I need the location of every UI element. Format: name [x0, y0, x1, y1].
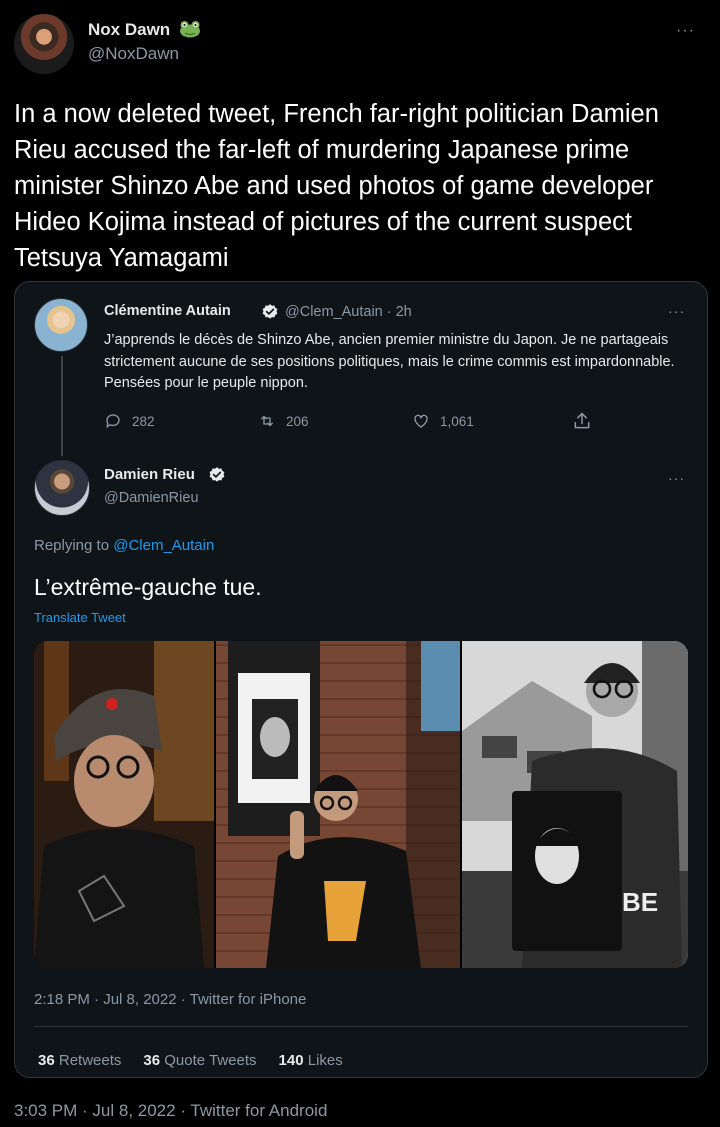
verified-badge-icon: [209, 467, 225, 482]
svg-text:BE: BE: [622, 887, 658, 917]
heart-icon: [414, 414, 428, 428]
retweets-stat[interactable]: 36 Retweets: [38, 1052, 121, 1069]
reply-more-options-icon[interactable]: ···: [668, 470, 685, 486]
replying-to-mention[interactable]: @Clem_Autain: [113, 537, 214, 554]
parent-author-handle[interactable]: @Clem_Autain · 2h: [285, 304, 412, 320]
reply-tweet-text: L’extrême-gauche tue.: [34, 574, 262, 600]
quote-tweets-stat[interactable]: 36 Quote Tweets: [143, 1052, 256, 1069]
like-button[interactable]: 1,061: [412, 412, 474, 430]
photo-2-illustration: [216, 641, 460, 968]
replying-to-line: Replying to @Clem_Autain: [34, 537, 214, 554]
retweets-label: Retweets: [58, 1052, 122, 1069]
photo-3-illustration: BE: [462, 641, 688, 968]
likes-count: 140: [278, 1052, 304, 1069]
engagement-stats: 36 Retweets 36 Quote Tweets 140 Likes: [38, 1052, 343, 1069]
parent-author-avatar[interactable]: [34, 298, 88, 352]
frog-emoji-icon: [180, 21, 200, 38]
translate-tweet-link[interactable]: Translate Tweet: [34, 610, 126, 625]
reply-button[interactable]: 282: [104, 412, 155, 430]
quote-tweets-count: 36: [143, 1052, 161, 1069]
photo-man-with-tote-bag[interactable]: BE: [462, 641, 688, 968]
photo-grid[interactable]: BE: [34, 641, 688, 968]
parent-tweet-text: J’apprends le décès de Shinzo Abe, ancie…: [104, 332, 675, 391]
likes-stat[interactable]: 140 Likes: [279, 1052, 343, 1069]
retweets-count: 36: [38, 1052, 55, 1069]
reply-icon: [106, 414, 120, 428]
verified-badge-icon: [262, 304, 278, 319]
reply-count: 282: [132, 413, 155, 429]
quote-tweets-label: Quote Tweets: [164, 1052, 257, 1069]
share-icon[interactable]: [572, 411, 592, 431]
divider: [34, 1026, 688, 1027]
parent-author-name[interactable]: Clémentine Autain: [104, 303, 231, 319]
author-name[interactable]: Nox Dawn: [88, 20, 170, 40]
retweet-button[interactable]: 206: [258, 412, 309, 430]
reply-author-avatar[interactable]: [34, 460, 90, 516]
photo-1-illustration: [34, 641, 214, 968]
photo-man-in-fur-hat[interactable]: [34, 641, 214, 968]
likes-label: Likes: [307, 1052, 343, 1069]
reply-author-name[interactable]: Damien Rieu: [104, 466, 195, 483]
replying-to-prefix: Replying to: [34, 537, 114, 554]
parent-more-options-icon[interactable]: ···: [668, 303, 685, 319]
reply-author-handle[interactable]: @DamienRieu: [104, 490, 199, 506]
more-options-icon[interactable]: ···: [676, 22, 695, 40]
photo-man-under-portrait[interactable]: [216, 641, 460, 968]
like-count: 1,061: [440, 413, 474, 429]
retweet-count: 206: [286, 413, 309, 429]
tweet-timestamp[interactable]: 3:03 PM · Jul 8, 2022 · Twitter for Andr…: [14, 1101, 327, 1121]
thread-connector-line: [61, 356, 63, 456]
retweet-icon: [261, 415, 273, 427]
tweet-text: In a now deleted tweet, French far-right…: [14, 100, 659, 272]
author-handle[interactable]: @NoxDawn: [88, 44, 179, 64]
reply-timestamp[interactable]: 2:18 PM · Jul 8, 2022 · Twitter for iPho…: [34, 991, 306, 1008]
author-avatar[interactable]: [14, 14, 74, 74]
